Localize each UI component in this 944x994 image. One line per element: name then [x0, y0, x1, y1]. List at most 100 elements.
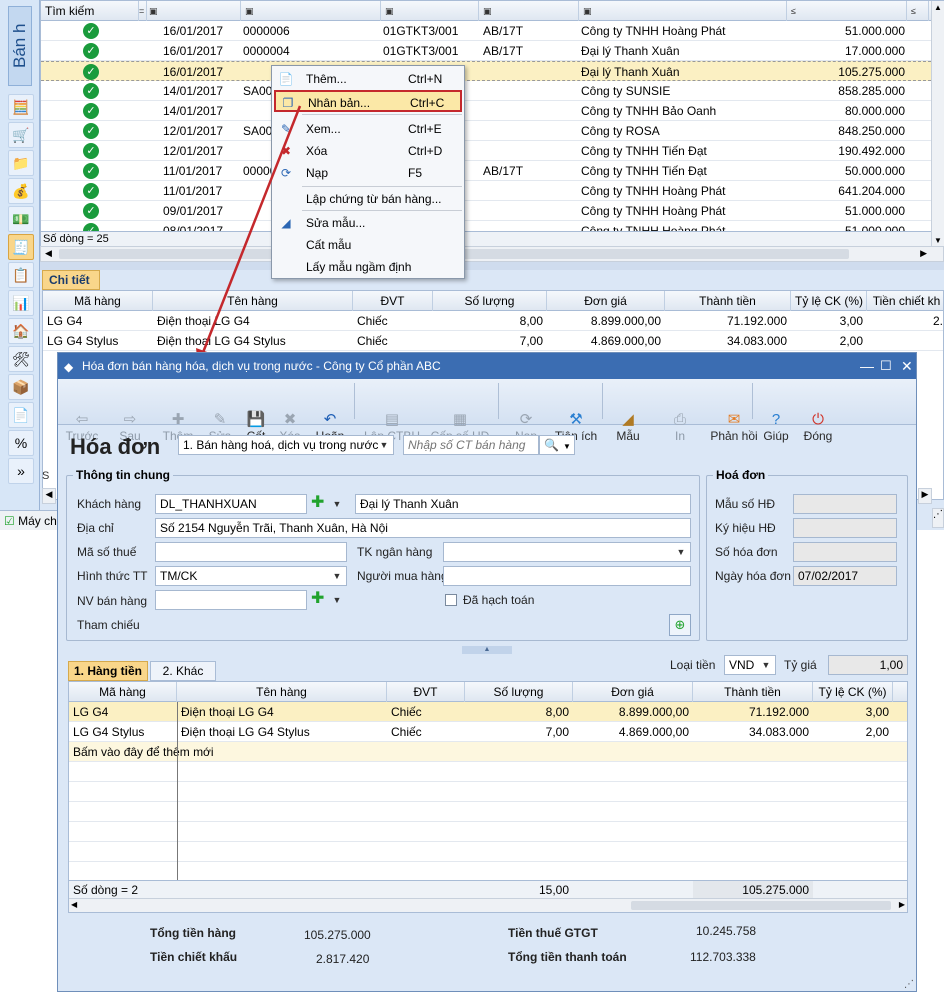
help-button[interactable]: ? Giúp [756, 411, 796, 443]
buyer-field[interactable] [443, 566, 691, 586]
address-field[interactable]: Số 2154 Nguyễn Trãi, Thanh Xuân, Hà Nội [155, 518, 691, 538]
line-row[interactable]: LG G4 Stylus Điện thoại LG G4 Stylus Chiếc… [69, 722, 907, 742]
filter-cell[interactable]: ▣ [145, 1, 241, 21]
filter-cell[interactable]: ▣ [381, 1, 479, 21]
payment-method-select[interactable]: TM/CK [155, 566, 347, 586]
detail-col-header[interactable]: ĐVT [353, 291, 433, 311]
filter-cell[interactable]: ▣ [479, 1, 579, 21]
close-icon[interactable]: ✕ [901, 353, 915, 379]
collapse-handle-icon[interactable]: ▲ [462, 646, 512, 654]
table-row[interactable]: ✓ 12/01/2017 SA00 Công ty ROSA 848.250.000 [41, 121, 931, 141]
template-button[interactable]: ◢ Mẫu [608, 411, 648, 443]
scroll-left-icon[interactable]: ◀ [71, 900, 77, 909]
table-row[interactable]: ✓ 16/01/2017 0000006 01GTKT3/001 AB/17T Công … [41, 21, 931, 41]
filter-operator[interactable]: = [139, 1, 147, 21]
table-row[interactable]: ✓ 08/01/2017 Công ty TNHH Hoàng Phát 51.000… [41, 221, 931, 231]
line-row[interactable]: LG G4 Điện thoại LG G4 Chiếc 8,00 8.899.000,… [69, 702, 907, 722]
lines-col-header[interactable]: Số lượng [465, 682, 573, 702]
sidebar-percent-button[interactable]: % [8, 430, 34, 456]
grid-hscroll[interactable]: ◀ ▶ [40, 246, 944, 262]
chevron-down-icon[interactable]: ▼ [376, 436, 392, 454]
invoice-type-select[interactable]: 1. Bán hàng hoá, dịch vụ trong nước [178, 435, 394, 455]
detail-row[interactable]: LG G4 Điện thoại LG G4 Chiếc 8,00 8.899.000,… [43, 311, 943, 331]
grid-vscroll[interactable]: ▲ ▼ [931, 1, 944, 247]
sidebar-box-button[interactable]: 📦 [8, 374, 34, 400]
sidebar-more-button[interactable]: » [8, 458, 34, 484]
detail-col-header[interactable]: Tỷ lệ CK (%) [791, 291, 867, 311]
add-staff-icon[interactable]: ✚ [311, 590, 324, 608]
posted-checkbox[interactable] [445, 594, 457, 606]
table-row[interactable]: ✓ 09/01/2017 Công ty TNHH Hoàng Phát 51.000… [41, 201, 931, 221]
detail-col-header[interactable]: Mã hàng [43, 291, 153, 311]
sidebar-cash-button[interactable]: 💵 [8, 206, 34, 232]
filter-cell[interactable]: ≤ [787, 1, 907, 21]
hscroll-thumb[interactable] [631, 901, 891, 910]
menu-item-1[interactable]: 📄 Thêm... Ctrl+N [274, 68, 462, 90]
table-row[interactable]: ✓ 14/01/2017 SA00 Công ty SUNSIE 858.285.000 [41, 81, 931, 101]
sidebar-invoice-button[interactable]: 🧾 [8, 234, 34, 260]
table-row[interactable]: ✓ 14/01/2017 Công ty TNHH Bảo Oanh 80.000.0… [41, 101, 931, 121]
sidebar-folder-button[interactable]: 📁 [8, 150, 34, 176]
lines-col-header[interactable]: Đơn giá [573, 682, 693, 702]
chevron-down-icon[interactable]: ▼ [329, 495, 345, 513]
scroll-left-icon[interactable]: ◀ [45, 248, 52, 259]
tab-detail[interactable]: Chi tiết [42, 270, 100, 290]
detail-col-header[interactable]: Thành tiền [665, 291, 791, 311]
bank-account-select[interactable] [443, 542, 691, 562]
sidebar-document-button[interactable]: 📄 [8, 402, 34, 428]
scroll-right-icon[interactable]: ▶ [899, 900, 905, 909]
detail-col-header[interactable]: Đơn giá [547, 291, 665, 311]
invoice-date-field[interactable]: 07/02/2017 [793, 566, 897, 586]
search-button[interactable]: 🔍 ▼ [539, 435, 575, 455]
scroll-left-icon[interactable]: ◀ [42, 488, 56, 504]
add-row-button[interactable]: Bấm vào đây để thêm mới [69, 742, 907, 762]
tax-code-field[interactable] [155, 542, 347, 562]
print-button[interactable]: ⎙ In [660, 411, 700, 443]
invoice-serial-field[interactable] [793, 518, 897, 538]
voucher-search-input[interactable] [403, 435, 539, 455]
search-filter[interactable]: Tìm kiếm [41, 1, 139, 21]
customer-name-field[interactable]: Đại lý Thanh Xuân [355, 494, 691, 514]
scroll-up-icon[interactable]: ▲ [934, 3, 942, 12]
scroll-down-icon[interactable]: ▼ [934, 236, 942, 245]
chevron-down-icon[interactable]: ▼ [758, 656, 774, 674]
sidebar-notes-button[interactable]: 📋 [8, 262, 34, 288]
resize-grip-icon[interactable]: ⋰ [932, 508, 944, 528]
customer-code-field[interactable]: DL_THANHXUAN [155, 494, 307, 514]
filter-cell[interactable]: ≤ [907, 1, 929, 21]
sidebar-cart-button[interactable]: 🛒 [8, 122, 34, 148]
exchange-rate-field[interactable]: 1,00 [828, 655, 908, 675]
lines-col-header[interactable]: Thành tiền [693, 682, 813, 702]
lines-col-header[interactable]: Tỷ lệ CK (%) [813, 682, 893, 702]
sidebar-house-button[interactable]: 🏠 [8, 318, 34, 344]
resize-grip-icon[interactable]: ⋰ [904, 979, 916, 991]
lines-col-header[interactable]: ĐVT [387, 682, 465, 702]
scroll-right-icon[interactable]: ▶ [918, 488, 932, 504]
invoice-form-field[interactable] [793, 494, 897, 514]
sidebar-money-button[interactable]: 💰 [8, 178, 34, 204]
tab-goods[interactable]: 1. Hàng tiền [68, 661, 148, 681]
filter-cell[interactable]: ▣ [579, 1, 787, 21]
sidebar-calc-button[interactable]: 🧮 [8, 94, 34, 120]
detail-row[interactable]: LG G4 Stylus Điện thoại LG G4 Stylus Chiếc… [43, 331, 943, 351]
maximize-icon[interactable]: ☐ [880, 353, 894, 379]
sales-staff-field[interactable] [155, 590, 307, 610]
chevron-down-icon[interactable]: ▼ [673, 543, 689, 561]
invoice-number-field[interactable] [793, 542, 897, 562]
lines-col-header[interactable]: Tên hàng [177, 682, 387, 702]
filter-cell[interactable]: ▣ [241, 1, 381, 21]
lines-hscroll[interactable]: ◀ ▶ [69, 898, 907, 912]
lines-col-header[interactable]: Mã hàng [69, 682, 177, 702]
chevron-down-icon[interactable]: ▼ [329, 567, 345, 585]
close-button[interactable]: ⏻ Đóng [798, 411, 838, 443]
reference-add-icon[interactable]: ⊕ [669, 614, 691, 636]
minimize-icon[interactable]: — [860, 353, 874, 379]
chevron-down-icon[interactable]: ▼ [329, 591, 345, 609]
scroll-right-icon[interactable]: ▶ [920, 248, 927, 259]
detail-col-header[interactable]: Tiền chiết kh [867, 291, 944, 311]
sidebar-tools-button[interactable]: 🛠 [8, 346, 34, 372]
table-row[interactable]: ✓ 11/01/2017 Công ty TNHH Hoàng Phát 641.20… [41, 181, 931, 201]
table-row[interactable]: ✓ 12/01/2017 Công ty TNHH Tiến Đạt 190.492.… [41, 141, 931, 161]
add-customer-icon[interactable]: ✚ [311, 494, 324, 512]
tab-other[interactable]: 2. Khác [150, 661, 216, 681]
